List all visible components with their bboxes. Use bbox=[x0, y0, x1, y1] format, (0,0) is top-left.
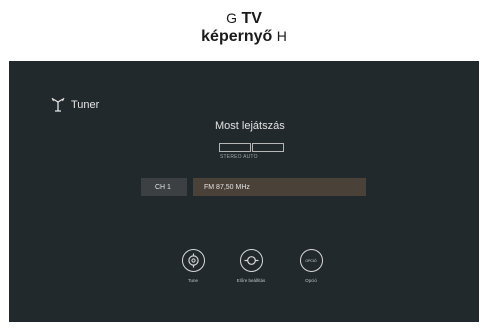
preset-label: Előre beállítás bbox=[236, 278, 266, 283]
stereo-mode: STEREO AUTO bbox=[220, 154, 258, 160]
tuner-title: Tuner bbox=[51, 96, 99, 114]
header-marker-h: H bbox=[276, 28, 287, 44]
option-button[interactable]: OPCIÓ Opció bbox=[291, 249, 331, 283]
preset-icon bbox=[239, 249, 263, 272]
info-box-right bbox=[252, 143, 284, 152]
header-tv: TV bbox=[241, 10, 262, 27]
option-icon-text: OPCIÓ bbox=[305, 258, 317, 263]
tuner-label: Tuner bbox=[71, 99, 100, 111]
frequency-field[interactable]: FM 87,50 MHz bbox=[193, 178, 366, 196]
tune-label: Tune bbox=[187, 278, 199, 283]
tv-screen: Tuner Most lejátszás STEREO AUTO CH 1 FM… bbox=[9, 61, 479, 322]
option-icon: OPCIÓ bbox=[299, 249, 323, 272]
tune-icon bbox=[181, 249, 205, 272]
option-label: Opció bbox=[305, 278, 317, 283]
header-line-2: képernyő H bbox=[0, 26, 488, 47]
tune-button[interactable]: Tune bbox=[173, 249, 213, 283]
header-marker-g: G bbox=[226, 10, 237, 26]
channel-field[interactable]: CH 1 bbox=[141, 178, 187, 196]
antenna-icon bbox=[51, 97, 65, 113]
info-box-left bbox=[219, 143, 251, 152]
preset-button[interactable]: Előre beállítás bbox=[231, 249, 271, 283]
now-playing-title: Most lejátszás bbox=[215, 120, 285, 132]
header-screen: képernyő bbox=[201, 28, 273, 45]
